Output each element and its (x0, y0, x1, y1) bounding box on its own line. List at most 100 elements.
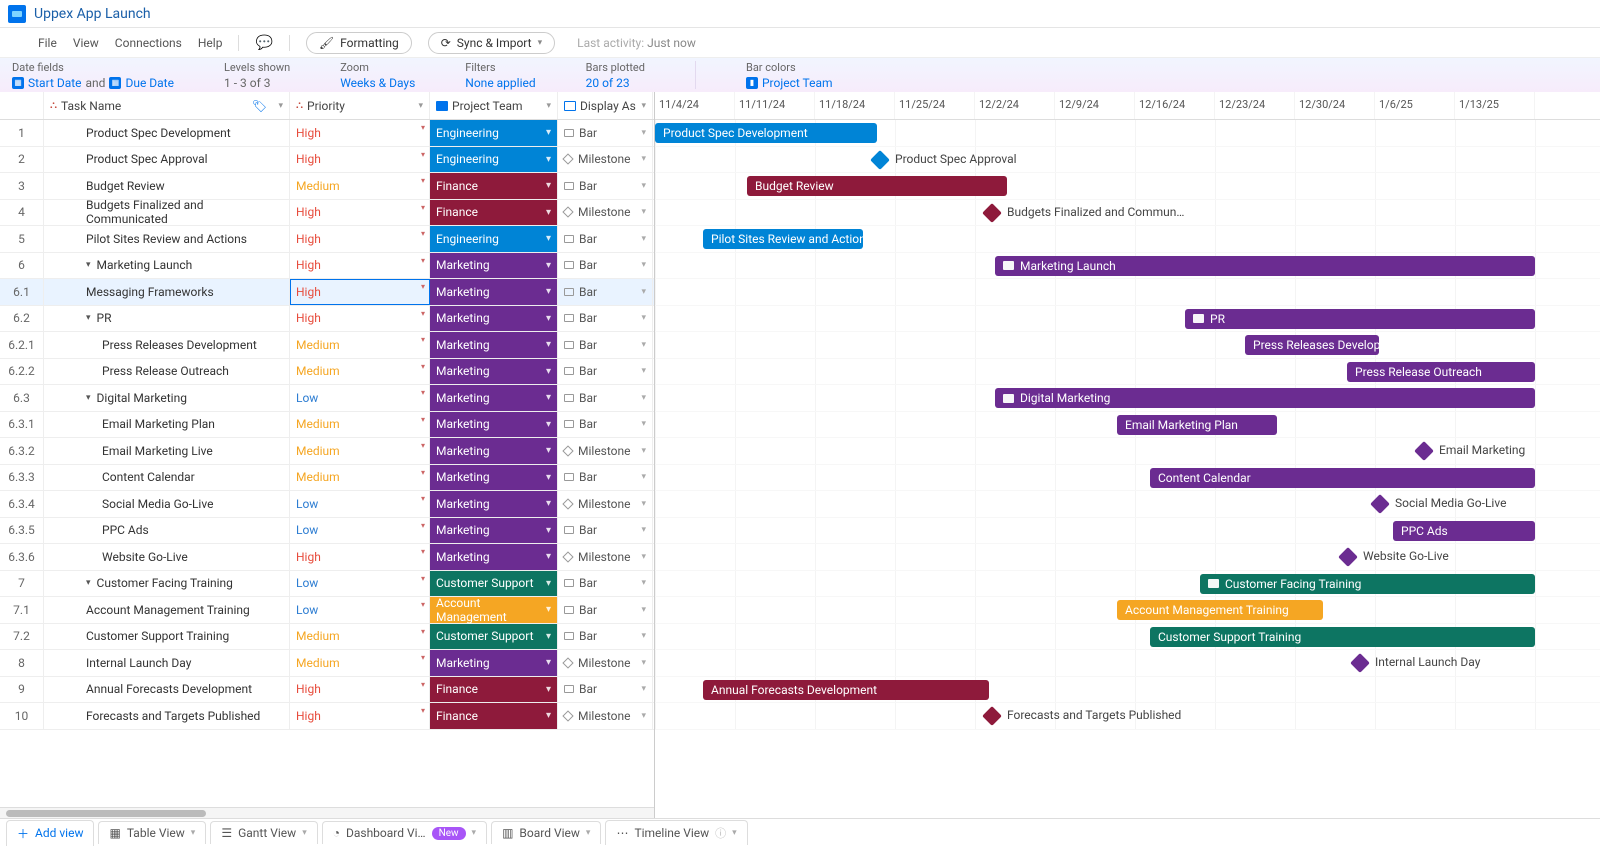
cell-display-as[interactable]: Bar▾ (558, 120, 653, 146)
table-row[interactable]: 6.2.1Press Releases DevelopmentMedium▾Ma… (0, 332, 654, 359)
cell-priority[interactable]: Low▾ (290, 385, 430, 411)
filter-filters[interactable]: Filters None applied (465, 61, 535, 90)
caret-down-icon[interactable]: ▾ (641, 101, 646, 111)
caret-down-icon[interactable]: ▾ (421, 547, 425, 556)
cell-project-team[interactable]: Customer Support▾ (430, 571, 558, 597)
cell-task-name[interactable]: Budgets Finalized and Communicated (44, 200, 290, 226)
tab-board-view[interactable]: ▥Board View▾ (491, 821, 601, 844)
caret-down-icon[interactable]: ▾ (421, 706, 425, 715)
caret-down-icon[interactable]: ▾ (546, 313, 551, 324)
caret-down-icon[interactable]: ▾ (421, 176, 425, 185)
cell-task-name[interactable]: Budget Review (44, 173, 290, 199)
gantt-milestone[interactable] (1414, 441, 1434, 461)
caret-down-icon[interactable]: ▾ (641, 552, 646, 562)
cell-display-as[interactable]: Bar▾ (558, 385, 653, 411)
collapse-caret-icon[interactable]: ▾ (86, 313, 91, 323)
cell-priority[interactable]: High▾ (290, 253, 430, 279)
cell-priority[interactable]: Medium▾ (290, 438, 430, 464)
table-row[interactable]: 6.3.3Content CalendarMedium▾Marketing▾Ba… (0, 465, 654, 492)
caret-down-icon[interactable]: ▾ (641, 499, 646, 509)
filter-zoom[interactable]: Zoom Weeks & Days (340, 61, 415, 90)
table-row[interactable]: 10Forecasts and Targets PublishedHigh▾Fi… (0, 703, 654, 730)
cell-project-team[interactable]: Marketing▾ (430, 412, 558, 438)
caret-down-icon[interactable]: ▾ (641, 419, 646, 429)
gantt-bar[interactable]: Content Calendar (1150, 468, 1535, 488)
cell-project-team[interactable]: Finance▾ (430, 200, 558, 226)
table-row[interactable]: 6.2.2Press Release OutreachMedium▾Market… (0, 359, 654, 386)
gantt-bar[interactable]: Account Management Training (1117, 600, 1323, 620)
cell-priority[interactable]: High▾ (290, 147, 430, 173)
caret-down-icon[interactable]: ▾ (641, 472, 646, 482)
menu-help[interactable]: Help (198, 36, 223, 50)
caret-down-icon[interactable]: ▾ (641, 181, 646, 191)
table-row[interactable]: 6.3.1Email Marketing PlanMedium▾Marketin… (0, 412, 654, 439)
cell-display-as[interactable]: Bar▾ (558, 677, 653, 703)
cell-project-team[interactable]: Marketing▾ (430, 465, 558, 491)
cell-priority[interactable]: High▾ (290, 226, 430, 252)
table-row[interactable]: 9Annual Forecasts DevelopmentHigh▾Financ… (0, 677, 654, 704)
caret-down-icon[interactable]: ▾ (421, 574, 425, 583)
caret-down-icon[interactable]: ▾ (641, 128, 646, 138)
caret-down-icon[interactable]: ▾ (546, 684, 551, 695)
sync-import-button[interactable]: ⟳ Sync & Import ▾ (428, 32, 555, 54)
table-row[interactable]: 2Product Spec ApprovalHigh▾Engineering▾M… (0, 147, 654, 174)
tab-timeline-view[interactable]: ⋯Timeline Viewⓘ▾ (605, 820, 747, 845)
cell-project-team[interactable]: Marketing▾ (430, 518, 558, 544)
cell-display-as[interactable]: Bar▾ (558, 173, 653, 199)
chat-icon[interactable]: 💬 (255, 35, 272, 51)
cell-project-team[interactable]: Finance▾ (430, 703, 558, 729)
cell-project-team[interactable]: Marketing▾ (430, 359, 558, 385)
caret-down-icon[interactable]: ▾ (641, 393, 646, 403)
caret-down-icon[interactable]: ▾ (421, 653, 425, 662)
table-row[interactable]: 6.3.5PPC AdsLow▾Marketing▾Bar▾ (0, 518, 654, 545)
filter-bars-plotted[interactable]: Bars plotted 20 of 23 (586, 61, 645, 90)
caret-down-icon[interactable]: ▾ (641, 605, 646, 615)
cell-priority[interactable]: Medium▾ (290, 359, 430, 385)
caret-down-icon[interactable]: ▾ (546, 498, 551, 509)
caret-down-icon[interactable]: ▾ (641, 525, 646, 535)
caret-down-icon[interactable]: ▾ (421, 362, 425, 371)
cell-display-as[interactable]: Bar▾ (558, 226, 653, 252)
cell-priority[interactable]: Low▾ (290, 571, 430, 597)
gantt-milestone[interactable] (1370, 494, 1390, 514)
caret-down-icon[interactable]: ▾ (418, 101, 423, 111)
cell-priority[interactable]: High▾ (290, 677, 430, 703)
caret-down-icon[interactable]: ▾ (641, 578, 646, 588)
cell-task-name[interactable]: Press Releases Development (44, 332, 290, 358)
table-row[interactable]: 4Budgets Finalized and CommunicatedHigh▾… (0, 200, 654, 227)
table-row[interactable]: 7▾Customer Facing TrainingLow▾Customer S… (0, 571, 654, 598)
table-row[interactable]: 1Product Spec DevelopmentHigh▾Engineerin… (0, 120, 654, 147)
caret-down-icon[interactable]: ▾ (421, 282, 425, 291)
gantt-milestone[interactable] (982, 203, 1002, 223)
cell-display-as[interactable]: Milestone▾ (558, 438, 653, 464)
cell-priority[interactable]: High▾ (290, 703, 430, 729)
gantt-bar[interactable]: Product Spec Development (655, 123, 877, 143)
caret-down-icon[interactable]: ▾ (421, 388, 425, 397)
cell-display-as[interactable]: Milestone▾ (558, 703, 653, 729)
caret-down-icon[interactable]: ▾ (421, 441, 425, 450)
caret-down-icon[interactable]: ▾ (641, 631, 646, 641)
cell-task-name[interactable]: Email Marketing Plan (44, 412, 290, 438)
table-row[interactable]: 6.1Messaging FrameworksHigh▾Marketing▾Ba… (0, 279, 654, 306)
table-row[interactable]: 8Internal Launch DayMedium▾Marketing▾Mil… (0, 650, 654, 677)
caret-down-icon[interactable]: ▾ (421, 256, 425, 265)
gantt-milestone[interactable] (1338, 547, 1358, 567)
caret-down-icon[interactable]: ▾ (546, 551, 551, 562)
caret-down-icon[interactable]: ▾ (472, 828, 477, 838)
col-task-header[interactable]: ⛬ Task Name 🏷 ▾ (44, 92, 290, 119)
caret-down-icon[interactable]: ▾ (546, 127, 551, 138)
formatting-button[interactable]: 🖌 Formatting (306, 32, 412, 54)
cell-display-as[interactable]: Bar▾ (558, 518, 653, 544)
cell-project-team[interactable]: Marketing▾ (430, 650, 558, 676)
caret-down-icon[interactable]: ▾ (641, 366, 646, 376)
caret-down-icon[interactable]: ▾ (546, 525, 551, 536)
caret-down-icon[interactable]: ▾ (641, 207, 646, 217)
cell-priority[interactable]: Medium▾ (290, 624, 430, 650)
table-row[interactable]: 6.3.4Social Media Go-LiveLow▾Marketing▾M… (0, 491, 654, 518)
gantt-milestone[interactable] (1350, 653, 1370, 673)
tag-icon[interactable]: 🏷 (252, 99, 267, 113)
cell-task-name[interactable]: ▾PR (44, 306, 290, 332)
collapse-caret-icon[interactable]: ▾ (86, 393, 91, 403)
cell-priority[interactable]: High▾ (290, 306, 430, 332)
cell-priority[interactable]: Low▾ (290, 491, 430, 517)
